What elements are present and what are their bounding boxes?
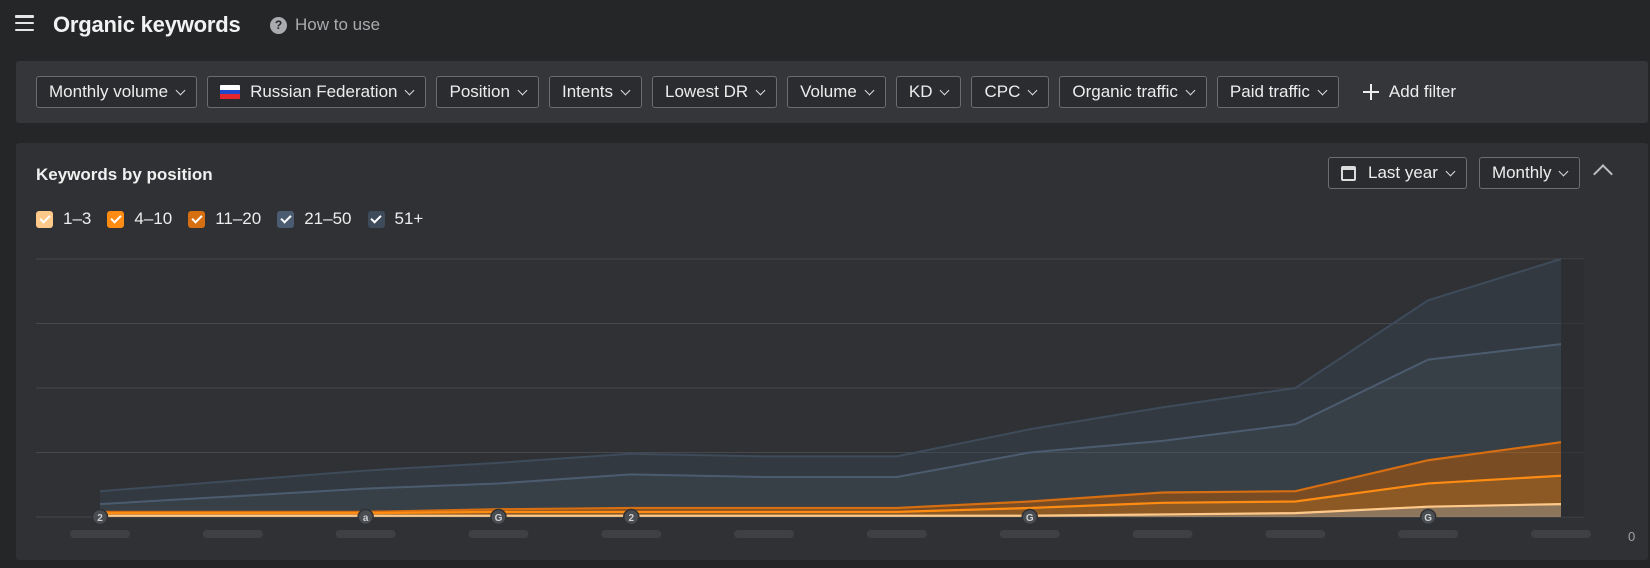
x-tick-label-blurred bbox=[1531, 530, 1591, 538]
ru-flag-icon bbox=[220, 85, 241, 99]
filter-cpc[interactable]: CPC bbox=[971, 76, 1050, 108]
filter-bar: Monthly volume Russian Federation Positi… bbox=[16, 61, 1648, 123]
filter-paid-traffic[interactable]: Paid traffic bbox=[1216, 76, 1339, 108]
x-tick-label-blurred bbox=[202, 530, 263, 538]
annotation-label: 2 bbox=[628, 513, 634, 524]
chevron-down-icon bbox=[175, 85, 186, 95]
x-tick-label-blurred bbox=[866, 530, 927, 538]
annotation-label: G bbox=[1026, 513, 1034, 524]
filter-country[interactable]: Russian Federation bbox=[207, 76, 427, 108]
question-circle-icon: ? bbox=[270, 16, 287, 34]
filter-kd[interactable]: KD bbox=[895, 76, 962, 108]
annotation-label: a bbox=[363, 513, 369, 524]
chevron-down-icon bbox=[620, 85, 631, 95]
x-tick-label-blurred bbox=[999, 530, 1060, 538]
hamburger-menu-icon[interactable] bbox=[15, 15, 34, 31]
chevron-down-icon bbox=[1185, 85, 1196, 95]
x-tick-label-blurred bbox=[1398, 530, 1459, 538]
chart-fade-region bbox=[1561, 259, 1584, 517]
x-tick-label-blurred bbox=[601, 530, 662, 538]
annotation-label: G bbox=[495, 513, 503, 524]
filter-organic-traffic[interactable]: Organic traffic bbox=[1059, 76, 1207, 108]
filter-intents[interactable]: Intents bbox=[548, 76, 643, 108]
x-tick-label-blurred bbox=[1132, 530, 1193, 538]
x-tick-label-blurred bbox=[468, 530, 529, 538]
plus-icon bbox=[1362, 84, 1379, 100]
how-to-use-link[interactable]: ? How to use bbox=[270, 15, 380, 35]
page-title: Organic keywords bbox=[53, 12, 241, 37]
x-tick-label-blurred bbox=[734, 530, 795, 538]
keywords-by-position-panel: Keywords by position Last year Monthly 1… bbox=[16, 143, 1648, 560]
chevron-down-icon bbox=[1317, 85, 1328, 95]
how-to-use-label: How to use bbox=[295, 15, 381, 34]
x-tick-label-blurred bbox=[70, 530, 130, 538]
chevron-down-icon bbox=[1027, 85, 1038, 95]
filter-monthly-volume[interactable]: Monthly volume bbox=[36, 76, 198, 108]
filter-position[interactable]: Position bbox=[436, 76, 539, 108]
top-bar: Organic keywords ? How to use bbox=[0, 0, 1650, 52]
keywords-by-position-chart: 2 a G 2 G G bbox=[36, 258, 1591, 538]
add-filter-button[interactable]: Add filter bbox=[1362, 82, 1456, 102]
chevron-down-icon bbox=[405, 85, 415, 95]
annotation-label: G bbox=[1424, 513, 1432, 524]
annotation-label: 2 bbox=[97, 513, 103, 524]
chevron-down-icon bbox=[755, 85, 766, 95]
chevron-down-icon bbox=[517, 85, 528, 95]
filter-list: Monthly volume Russian Federation Positi… bbox=[36, 76, 1456, 108]
filter-lowest-dr[interactable]: Lowest DR bbox=[652, 76, 778, 108]
chevron-down-icon bbox=[864, 85, 875, 95]
chevron-down-icon bbox=[940, 85, 950, 95]
filter-volume[interactable]: Volume bbox=[787, 76, 886, 108]
x-tick-label-blurred bbox=[335, 530, 396, 538]
y-axis-zero-label: 0 bbox=[1628, 529, 1636, 544]
x-tick-label-blurred bbox=[1265, 530, 1326, 538]
